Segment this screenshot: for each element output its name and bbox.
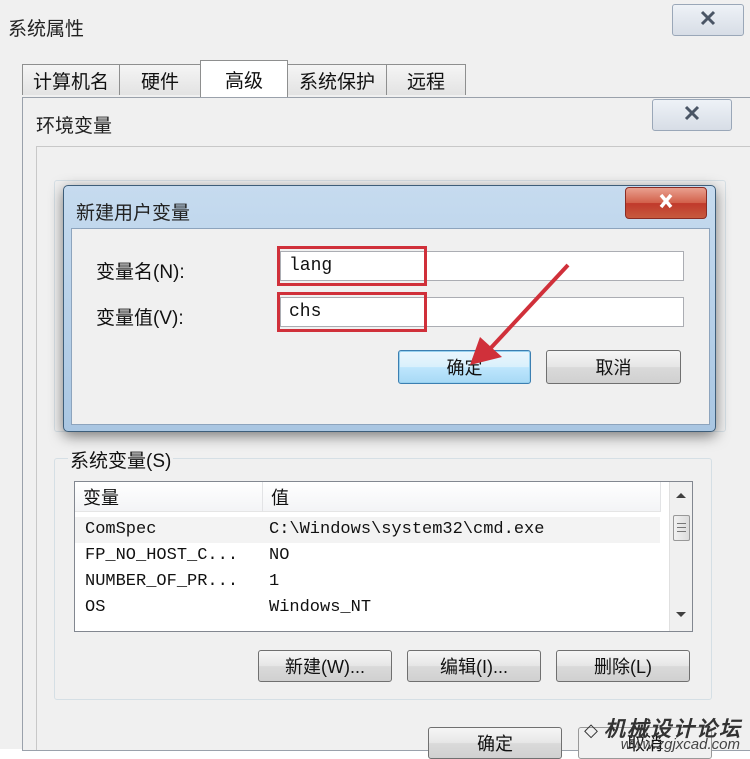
column-label: 变量 — [83, 487, 119, 508]
tab-hardware[interactable]: 硬件 — [119, 64, 201, 95]
table-row[interactable]: FP_NO_HOST_C... NO — [75, 543, 660, 569]
close-icon — [656, 192, 676, 215]
variable-value: C:\Windows\system32\cmd.exe — [269, 520, 545, 539]
tab-label: 高级 — [224, 70, 263, 92]
watermark-url: www.zgjxcad.com — [620, 736, 740, 753]
tab-label: 计算机名 — [32, 71, 109, 93]
dialog-close-button[interactable] — [625, 187, 707, 219]
variable-name: NUMBER_OF_PR... — [85, 572, 239, 591]
variable-name-label: 变量名(N): — [96, 262, 185, 283]
env-ok-button[interactable]: 确定 — [428, 727, 562, 759]
tab-label: 远程 — [406, 71, 445, 93]
table-row[interactable]: ComSpec C:\Windows\system32\cmd.exe — [75, 517, 660, 543]
window-title: 系统属性 — [8, 19, 85, 40]
system-variables-list[interactable]: 变量 值 ComSpec C:\Windows\system32\cmd.exe… — [74, 481, 693, 632]
scroll-thumb[interactable] — [673, 515, 690, 541]
variable-value-label: 变量值(V): — [96, 308, 184, 329]
env-close-button[interactable] — [652, 99, 732, 131]
column-header-value[interactable]: 值 — [263, 482, 661, 512]
button-label: 取消 — [595, 358, 632, 378]
tab-computer-name[interactable]: 计算机名 — [22, 64, 120, 95]
env-window-title: 环境变量 — [36, 116, 113, 137]
button-label: 新建(W)... — [285, 657, 365, 677]
variable-value: Windows_NT — [269, 598, 372, 617]
table-row[interactable]: OS Windows_NT — [75, 595, 660, 621]
close-icon — [682, 103, 702, 128]
tab-system-protection[interactable]: 系统保护 — [287, 64, 387, 95]
annotation-arrow-icon — [470, 263, 570, 365]
tab-label: 系统保护 — [298, 71, 375, 93]
variable-name: ComSpec — [85, 520, 157, 539]
variable-name: OS — [85, 598, 106, 617]
tab-remote[interactable]: 远程 — [386, 64, 466, 95]
column-header-variable[interactable]: 变量 — [75, 482, 263, 512]
delete-system-variable-button[interactable]: 删除(L) — [556, 650, 690, 682]
close-button[interactable] — [672, 4, 744, 36]
diamond-logo-icon: ◇ — [584, 720, 600, 740]
button-label: 编辑(I)... — [440, 657, 508, 677]
scroll-down-icon[interactable] — [675, 611, 687, 619]
variable-value: NO — [269, 546, 290, 565]
dialog-title: 新建用户变量 — [76, 203, 191, 224]
variable-name: FP_NO_HOST_C... — [85, 546, 239, 565]
table-row[interactable]: NUMBER_OF_PR... 1 — [75, 569, 660, 595]
vertical-scrollbar[interactable] — [669, 482, 692, 631]
system-variables-label: 系统变量(S) — [68, 446, 174, 473]
highlight-box — [277, 246, 427, 286]
button-label: 删除(L) — [594, 657, 652, 677]
close-icon — [698, 8, 718, 33]
tab-advanced[interactable]: 高级 — [200, 60, 288, 97]
new-system-variable-button[interactable]: 新建(W)... — [258, 650, 392, 682]
new-user-variable-dialog: 新建用户变量 变量名(N): lang 变量值(V): chs 确定 取消 — [63, 185, 716, 432]
dialog-content: 变量名(N): lang 变量值(V): chs 确定 取消 — [71, 228, 710, 425]
column-label: 值 — [271, 487, 289, 508]
button-label: 确定 — [477, 734, 513, 754]
tab-label: 硬件 — [140, 71, 179, 93]
edit-system-variable-button[interactable]: 编辑(I)... — [407, 650, 541, 682]
highlight-box — [277, 292, 427, 332]
scroll-up-icon[interactable] — [675, 491, 687, 499]
variable-value: 1 — [269, 572, 280, 591]
